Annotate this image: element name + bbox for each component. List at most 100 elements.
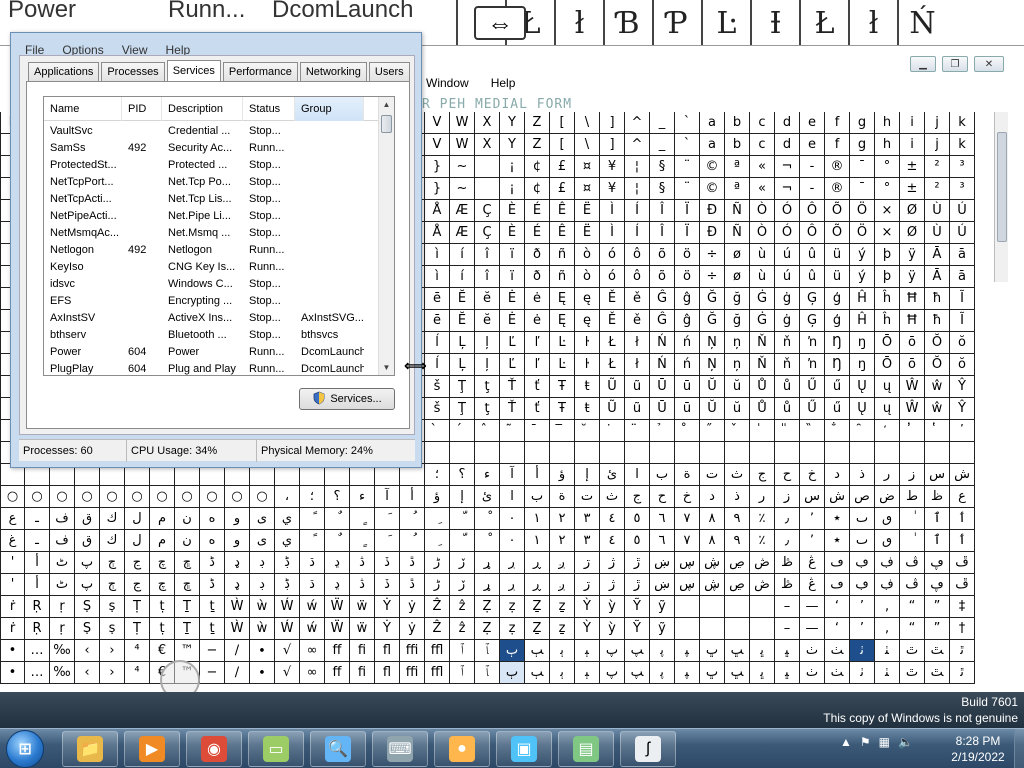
character-cell[interactable]: [ <box>550 112 575 134</box>
character-cell[interactable]: Ỳ <box>575 596 600 618</box>
character-cell[interactable]: ○ <box>200 486 225 508</box>
character-cell[interactable]: ○ <box>250 486 275 508</box>
character-cell[interactable]: Ł <box>600 354 625 376</box>
character-cell[interactable]: … <box>25 640 50 662</box>
character-cell[interactable]: ” <box>925 618 950 640</box>
character-cell[interactable]: ○ <box>175 486 200 508</box>
character-cell[interactable]: ¥ <box>600 178 625 200</box>
character-cell[interactable]: Ŷ <box>950 376 975 398</box>
character-cell[interactable]: ħ <box>925 288 950 310</box>
character-cell[interactable]: Ò <box>750 200 775 222</box>
character-cell[interactable]: Ð <box>700 200 725 222</box>
character-cell[interactable]: ė <box>525 288 550 310</box>
character-cell[interactable]: ٨ <box>700 530 725 552</box>
service-row[interactable]: Power 604 Power Runn... DcomLaunch <box>44 344 380 361</box>
character-cell[interactable]: ﭙ <box>675 662 700 684</box>
character-cell[interactable]: − <box>200 640 225 662</box>
character-cell[interactable]: ڈ <box>200 574 225 596</box>
character-cell[interactable]: ň <box>775 354 800 376</box>
character-cell[interactable]: Ų <box>850 376 875 398</box>
character-cell[interactable]: ج <box>750 464 775 486</box>
character-cell[interactable]: « <box>750 156 775 178</box>
character-cell[interactable]: ] <box>600 112 625 134</box>
character-cell[interactable]: ص <box>850 486 875 508</box>
character-cell[interactable]: Ẅ <box>325 618 350 640</box>
character-cell[interactable]: ^ <box>625 134 650 156</box>
character-cell[interactable]: Ĩ <box>950 310 975 332</box>
column-header-pid[interactable]: PID <box>122 97 162 121</box>
character-cell[interactable]: ° <box>875 178 900 200</box>
character-cell[interactable]: √ <box>275 640 300 662</box>
character-cell[interactable]: ٍ <box>350 508 375 530</box>
character-cell[interactable]: ڐ <box>400 552 425 574</box>
character-cell[interactable]: ڛ <box>675 574 700 596</box>
taskbar-item-magnifier-app[interactable]: 🔍 <box>310 731 366 767</box>
character-cell[interactable]: ~ <box>450 178 475 200</box>
character-cell[interactable]: ì <box>425 244 450 266</box>
character-cell[interactable]: √ <box>275 662 300 684</box>
character-cell[interactable]: ق <box>75 508 100 530</box>
character-cell[interactable]: ̃ <box>500 420 525 442</box>
character-cell[interactable]: £ <box>550 156 575 178</box>
character-cell[interactable]: ڡ <box>825 574 850 596</box>
character-cell[interactable]: َ <box>375 530 400 552</box>
character-cell[interactable]: ġ <box>775 288 800 310</box>
character-cell[interactable]: ٤ <box>600 508 625 530</box>
character-cell[interactable]: ³ <box>950 156 975 178</box>
character-cell[interactable]: ٌ <box>325 508 350 530</box>
character-cell[interactable]: ð <box>525 266 550 288</box>
services-button[interactable]: Services... <box>299 388 395 410</box>
character-cell[interactable]: ¨ <box>675 156 700 178</box>
character-cell[interactable]: ع <box>0 508 25 530</box>
character-cell[interactable]: خ <box>800 464 825 486</box>
character-cell[interactable]: ṣ <box>100 596 125 618</box>
character-cell[interactable] <box>750 442 775 464</box>
character-cell[interactable]: ̓ <box>900 420 925 442</box>
character-cell[interactable]: Ł <box>600 332 625 354</box>
character-cell[interactable]: Ĕ <box>450 288 475 310</box>
character-cell[interactable]: ņ <box>725 354 750 376</box>
character-cell[interactable]: Ů <box>750 398 775 420</box>
character-cell[interactable]: ڝ <box>725 552 750 574</box>
character-cell[interactable]: ĕ <box>475 288 500 310</box>
character-cell[interactable]: ○ <box>25 486 50 508</box>
character-cell[interactable]: ý <box>850 244 875 266</box>
character-cell[interactable]: ŭ <box>725 376 750 398</box>
character-cell[interactable]: Ê <box>550 222 575 244</box>
character-cell[interactable]: ڌ <box>300 574 325 596</box>
character-cell[interactable]: ا <box>625 464 650 486</box>
character-cell[interactable]: ū <box>675 398 700 420</box>
character-cell[interactable]: g <box>850 134 875 156</box>
character-cell[interactable]: ĝ <box>675 288 700 310</box>
character-cell[interactable]: ٠ <box>500 508 525 530</box>
character-cell[interactable]: ح <box>650 486 675 508</box>
character-cell[interactable]: ٭ <box>825 508 850 530</box>
character-cell[interactable] <box>675 618 700 640</box>
character-cell[interactable]: ج <box>625 486 650 508</box>
character-cell[interactable]: ږ <box>550 552 575 574</box>
character-cell[interactable]: ت <box>700 464 725 486</box>
character-cell[interactable]: ̌ <box>725 420 750 442</box>
character-cell[interactable]: Î <box>650 222 675 244</box>
character-cell[interactable]: ﭛ <box>725 662 750 684</box>
character-cell[interactable]: ¦ <box>625 178 650 200</box>
character-cell[interactable]: í <box>450 244 475 266</box>
character-cell[interactable]: Ľ <box>500 332 525 354</box>
character-cell[interactable]: Ì <box>600 200 625 222</box>
character-cell[interactable]: ○ <box>125 486 150 508</box>
character-cell[interactable] <box>475 442 500 464</box>
minimize-button[interactable]: ▁ <box>910 56 936 72</box>
character-cell[interactable] <box>600 442 625 464</box>
character-cell[interactable]: þ <box>875 266 900 288</box>
character-cell[interactable] <box>575 442 600 464</box>
taskbar-item-media-player[interactable]: ▶ <box>124 731 180 767</box>
character-cell[interactable]: b <box>725 134 750 156</box>
character-cell[interactable]: ٫ <box>775 530 800 552</box>
character-cell[interactable]: Ĩ <box>950 288 975 310</box>
service-row[interactable]: Netlogon 492 Netlogon Runn... <box>44 242 380 259</box>
character-cell[interactable]: ٬ <box>800 508 825 530</box>
character-cell[interactable]: ̇ <box>600 420 625 442</box>
character-cell[interactable]: š <box>425 398 450 420</box>
character-cell[interactable]: ¬ <box>775 178 800 200</box>
character-cell[interactable]: i <box>900 134 925 156</box>
